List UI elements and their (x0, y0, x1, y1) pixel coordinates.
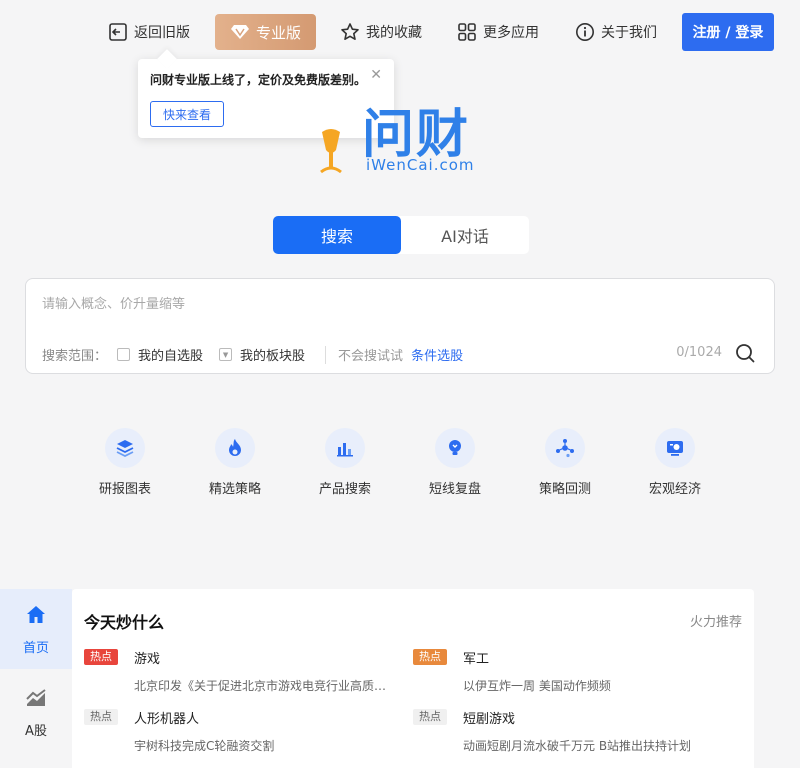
hot-badge: 热点 (84, 649, 118, 665)
back-icon (108, 22, 128, 42)
network-icon (545, 428, 585, 468)
feature-short-term-review[interactable]: 短线复盘 (400, 428, 510, 497)
more-apps-label: 更多应用 (483, 25, 539, 41)
feature-label: 产品搜索 (318, 482, 371, 497)
bulb-icon (435, 428, 475, 468)
dropdown-icon: ▼ (219, 348, 233, 361)
login-label: 注册 / 登录 (692, 25, 764, 41)
back-to-old-version-button[interactable]: 返回旧版 (108, 18, 190, 46)
sidebar-item-home[interactable]: 首页 (0, 589, 72, 669)
search-icon[interactable] (734, 342, 756, 364)
feature-macro-economy[interactable]: 宏观经济 (620, 428, 730, 497)
feature-shortcuts: 研报图表 精选策略 产品搜索 短线复盘 策略回测 宏观经济 (70, 428, 730, 498)
feature-label: 短线复盘 (428, 482, 481, 497)
hot-badge: 热点 (413, 649, 447, 665)
pro-version-button[interactable]: 专业版 (215, 14, 316, 50)
watchlist-checkbox[interactable]: 我的自选股 (117, 345, 203, 364)
feature-selected-strategies[interactable]: 精选策略 (180, 428, 290, 497)
star-icon (340, 22, 360, 42)
sidebar-item-label: A股 (25, 724, 47, 739)
hot-item-name: 游戏 (134, 652, 161, 667)
scope-label: 搜索范围： (42, 349, 108, 364)
hot-badge: 热点 (84, 709, 118, 725)
hot-item-desc: 动画短剧月流水破千万元 B站推出扶持计划 (463, 739, 692, 753)
sidebar-next-icon (26, 760, 46, 768)
about-us-button[interactable]: 关于我们 (575, 18, 657, 46)
search-hint: 不会搜试试 (338, 349, 404, 364)
popover-text: 问财专业版上线了，定价及免费版差别。 (150, 73, 367, 87)
stock-chart-icon (24, 686, 48, 714)
pro-label: 专业版 (255, 23, 301, 42)
my-favorites-button[interactable]: 我的收藏 (340, 18, 422, 46)
char-counter: 0/1024 (676, 345, 722, 360)
hot-item-desc: 以伊互炸一周 美国动作频频 (463, 679, 611, 693)
hot-item-name: 短剧游戏 (463, 712, 516, 727)
sector-stocks-option[interactable]: ▼ 我的板块股 (219, 345, 305, 364)
diamond-icon (230, 22, 250, 42)
back-label: 返回旧版 (134, 25, 190, 41)
hot-item-desc: 宇树科技完成C轮融资交割 (134, 739, 275, 753)
condition-stock-picking-link[interactable]: 条件选股 (411, 345, 463, 364)
feature-research-charts[interactable]: 研报图表 (70, 428, 180, 497)
search-box: 搜索范围： 我的自选股 ▼ 我的板块股 不会搜试试 条件选股 0/1024 (25, 278, 775, 374)
feature-product-search[interactable]: 产品搜索 (290, 428, 400, 497)
checkbox-icon (117, 348, 131, 361)
search-scope-row: 搜索范围： 我的自选股 ▼ 我的板块股 不会搜试试 条件选股 (42, 345, 463, 364)
close-icon[interactable]: ✕ (370, 67, 382, 83)
hot-title: 今天炒什么 (84, 613, 165, 632)
iwencai-logo: 问财 iWenCai.com (310, 92, 500, 176)
feature-label: 研报图表 (98, 482, 151, 497)
hot-badge: 热点 (413, 709, 447, 725)
feature-label: 策略回测 (538, 482, 591, 497)
sidebar-item-a-shares[interactable]: A股 (0, 672, 72, 752)
info-icon (575, 22, 595, 42)
hot-item-name: 军工 (463, 652, 490, 667)
sector-label: 我的板块股 (240, 349, 306, 364)
monitor-icon (655, 428, 695, 468)
popover-view-button[interactable]: 快来查看 (150, 101, 224, 127)
hot-recommend-link[interactable]: 火力推荐 (690, 611, 742, 630)
feature-label: 精选策略 (208, 482, 261, 497)
logo-mascot-icon (320, 129, 342, 174)
grid-icon (457, 22, 477, 42)
about-label: 关于我们 (601, 25, 657, 41)
flame-icon (215, 428, 255, 468)
search-mode-tabs: 搜索 AI对话 (273, 216, 529, 254)
hot-item-name: 人形机器人 (134, 712, 200, 727)
home-icon (24, 603, 48, 631)
favorites-label: 我的收藏 (366, 25, 422, 41)
tab-search[interactable]: 搜索 (273, 216, 401, 254)
logo-english: iWenCai.com (366, 156, 475, 174)
register-login-button[interactable]: 注册 / 登录 (682, 13, 774, 51)
divider (325, 345, 327, 364)
tab-ai-chat[interactable]: AI对话 (401, 216, 529, 254)
hot-topics-card: 今天炒什么 火力推荐 热点 游戏 北京印发《关于促进北京市游戏电竞行业高质量发展… (72, 589, 754, 768)
bar-chart-icon (325, 428, 365, 468)
sidebar-item-label: 首页 (22, 641, 49, 656)
search-input[interactable] (42, 293, 742, 315)
more-apps-button[interactable]: 更多应用 (457, 18, 539, 46)
feature-label: 宏观经济 (648, 482, 701, 497)
watchlist-label: 我的自选股 (138, 349, 204, 364)
layers-icon (105, 428, 145, 468)
feature-strategy-backtest[interactable]: 策略回测 (510, 428, 620, 497)
hot-item-desc: 北京印发《关于促进北京市游戏电竞行业高质量发展的若干措施》 (134, 679, 389, 693)
